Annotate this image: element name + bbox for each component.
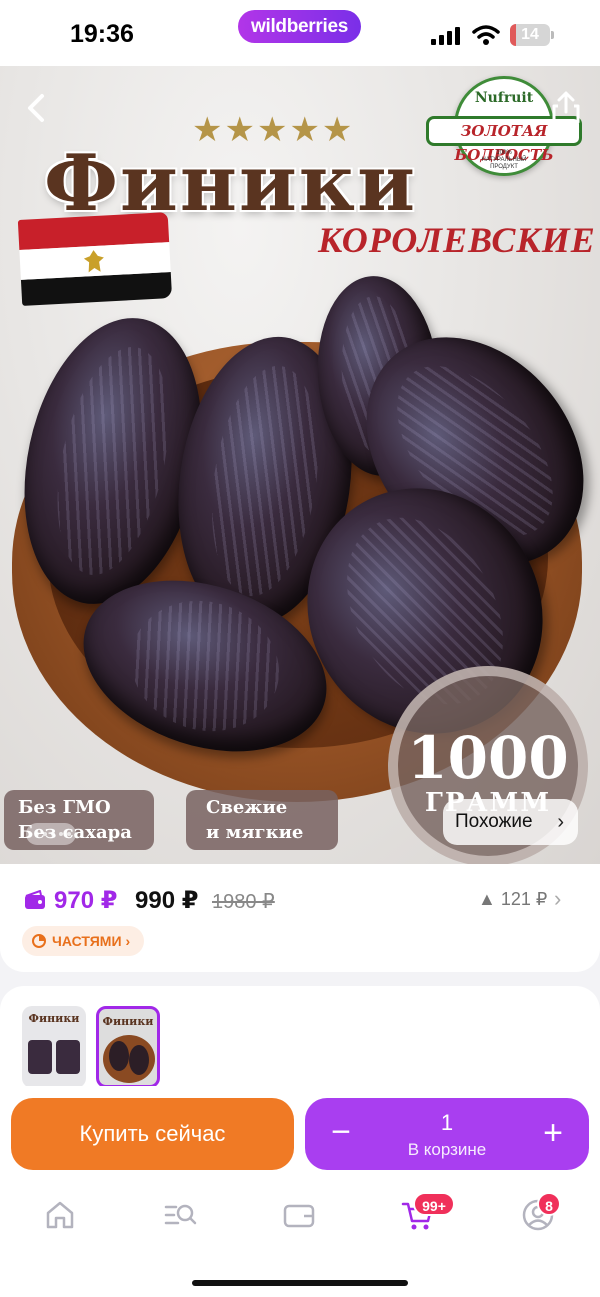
search-list-icon: [164, 1204, 197, 1225]
profile-notification-badge: 8: [537, 1192, 561, 1216]
chevron-right-icon: ›: [557, 811, 564, 833]
thumbnail[interactable]: Финики: [22, 1006, 86, 1088]
status-time: 19:36: [70, 20, 134, 48]
thumbnail-title: Финики: [102, 1015, 154, 1028]
price-card: 970 ₽ 990 ₽ 1980 ₽ ▲ 121 ₽ › ЧАСТЯМИ ›: [0, 864, 600, 972]
battery-percent: 14: [521, 26, 539, 43]
gallery-page-indicator: [26, 823, 76, 845]
thumbnail-selected[interactable]: Финики: [96, 1006, 160, 1088]
up-arrow-icon: ▲: [478, 889, 496, 909]
eagle-icon: [83, 250, 104, 273]
old-price: 1980 ₽: [212, 891, 275, 913]
feature-tag-line: Без ГМО: [18, 797, 111, 818]
feature-tag-no-gmo: Без ГМО Без сахара: [4, 790, 154, 850]
tab-profile[interactable]: 8: [521, 1192, 561, 1238]
share-button[interactable]: [546, 88, 586, 128]
home-indicator: [192, 1280, 408, 1286]
installments-badge[interactable]: ЧАСТЯМИ ›: [22, 926, 145, 956]
chevron-right-icon: ›: [125, 933, 131, 949]
wallet-price: 970 ₽: [54, 887, 118, 914]
egypt-flag: [17, 212, 173, 308]
cart-count-badge: 99+: [413, 1192, 455, 1216]
home-icon: [46, 1201, 74, 1229]
price-change[interactable]: ▲ 121 ₽: [478, 889, 547, 910]
tab-cart[interactable]: 99+: [401, 1192, 455, 1238]
badge-note: 100% НАТУРАЛЬНЫЙ ПРОДУКТ: [481, 150, 527, 170]
product-page: 19:36 wildberries 14 ★★★★★ Финики КОРОЛЕ…: [0, 0, 600, 1297]
wifi-icon: [472, 25, 500, 45]
similar-label: Похожие: [455, 811, 533, 832]
status-bar: 19:36 wildberries 14: [0, 0, 600, 66]
back-button[interactable]: [18, 88, 58, 128]
signal-icon: [431, 27, 460, 45]
similar-products-button[interactable]: Похожие ›: [443, 799, 578, 845]
tab-home[interactable]: [43, 1198, 83, 1238]
weight-number: 1000: [407, 724, 569, 792]
price-change-value: 121 ₽: [500, 889, 548, 909]
buy-bar: Купить сейчас − 1 В корзине +: [0, 1086, 600, 1186]
cart-quantity-stepper: − 1 В корзине +: [305, 1098, 589, 1170]
product-image-gallery[interactable]: ★★★★★ Финики КОРОЛЕВСКИЕ Nufruit ЗОЛОТАЯ…: [0, 66, 600, 866]
wallet-icon: [283, 1204, 315, 1228]
feature-tag-line: Свежие: [206, 797, 288, 818]
bottom-tab-bar: 99+ 8: [0, 1186, 600, 1297]
product-subtitle-graphic: КОРОЛЕВСКИЕ: [318, 220, 596, 260]
brand-logo: wildberries: [238, 10, 361, 43]
installments-label: ЧАСТЯМИ: [52, 933, 122, 949]
wallet-icon: [25, 890, 45, 909]
tab-catalog[interactable]: [163, 1198, 203, 1238]
increase-quantity-button[interactable]: +: [533, 1112, 573, 1156]
pie-chart-icon: [32, 934, 46, 948]
tab-wallet[interactable]: [282, 1198, 322, 1238]
chevron-right-icon[interactable]: ›: [554, 886, 561, 912]
thumbnail-title: Финики: [28, 1012, 80, 1025]
battery-icon: 14: [510, 24, 554, 46]
feature-tag-fresh: Свежие и мягкие: [186, 790, 338, 850]
feature-tag-line: и мягкие: [206, 822, 304, 843]
current-price: 990 ₽: [135, 887, 199, 914]
buy-now-button[interactable]: Купить сейчас: [11, 1098, 294, 1170]
